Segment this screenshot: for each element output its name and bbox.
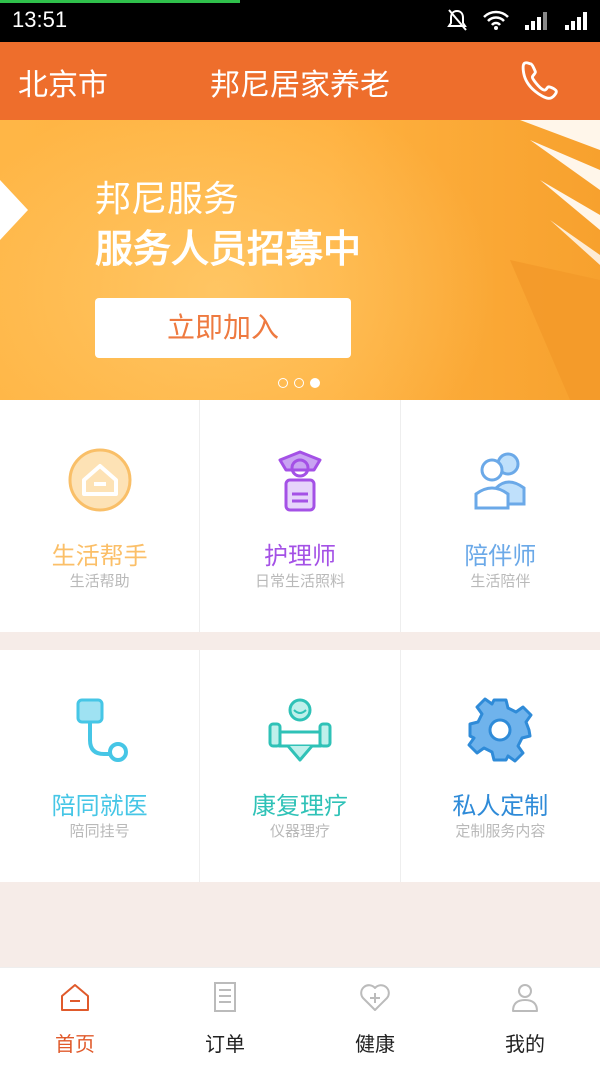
tab-label: 健康 [355, 1032, 395, 1056]
service-grid-row-1: 生活帮手 生活帮助 护理师 日常生活照料 陪伴师 生活陪伴 [0, 400, 600, 632]
service-life-helper[interactable]: 生活帮手 生活帮助 [0, 400, 201, 632]
rehab-icon [268, 698, 332, 762]
profile-icon [512, 984, 538, 1012]
page-title: 邦尼居家养老 [210, 68, 390, 103]
service-name: 康复理疗 [251, 792, 348, 820]
tab-health[interactable]: 健康 [300, 968, 450, 1068]
tab-label: 订单 [205, 1032, 245, 1056]
carousel-dot-1[interactable] [278, 378, 288, 388]
service-custom[interactable]: 私人定制 定制服务内容 [401, 650, 600, 882]
service-desc: 日常生活照料 [254, 572, 345, 590]
phone-icon[interactable] [518, 58, 564, 104]
join-now-button[interactable]: 立即加入 [95, 298, 351, 358]
status-bar: 13:51 [0, 0, 600, 42]
bottom-tab-bar: 首页 订单 健康 我的 [0, 967, 600, 1068]
service-nurse[interactable]: 护理师 日常生活照料 [200, 400, 401, 632]
carousel-indicator [278, 378, 320, 388]
nurse-icon [278, 450, 322, 512]
status-time: 13:51 [12, 7, 68, 32]
tab-label: 我的 [505, 1032, 545, 1056]
service-rehab-therapy[interactable]: 康复理疗 仪器理疗 [200, 650, 401, 882]
tab-home[interactable]: 首页 [0, 968, 150, 1068]
promo-banner[interactable]: 邦尼服务 服务人员招募中 立即加入 [0, 120, 600, 400]
service-name: 陪伴师 [464, 542, 537, 570]
banner-arrow-icon [0, 180, 28, 240]
service-name: 陪同就医 [51, 792, 148, 820]
tab-mine[interactable]: 我的 [450, 968, 600, 1068]
tab-label: 首页 [55, 1032, 95, 1056]
banner-stripes-decoration [510, 120, 600, 400]
service-desc: 定制服务内容 [455, 822, 546, 840]
service-desc: 生活陪伴 [470, 572, 531, 590]
service-desc: 生活帮助 [69, 572, 130, 590]
loading-progress [0, 0, 240, 3]
order-icon [214, 982, 236, 1012]
signal-icon-2 [565, 12, 587, 30]
service-desc: 仪器理疗 [269, 822, 330, 840]
health-heart-icon [360, 984, 390, 1011]
companion-icon [474, 452, 526, 510]
service-grid-row-2: 陪同就医 陪同挂号 康复理疗 仪器理疗 私人定制 定制服务内容 [0, 650, 600, 882]
service-name: 私人定制 [452, 792, 549, 820]
status-icons [446, 8, 590, 32]
carousel-dot-3[interactable] [310, 378, 320, 388]
wifi-icon [483, 10, 509, 30]
house-icon [68, 448, 132, 512]
service-name: 护理师 [263, 542, 336, 570]
service-companion[interactable]: 陪伴师 生活陪伴 [401, 400, 600, 632]
gear-icon [467, 697, 533, 763]
mute-bell-icon [447, 9, 467, 31]
stethoscope-icon [76, 698, 128, 762]
carousel-dot-2[interactable] [294, 378, 304, 388]
app-header: 北京市 邦尼居家养老 [0, 42, 600, 120]
service-desc: 陪同挂号 [69, 822, 130, 840]
service-name: 生活帮手 [51, 542, 148, 570]
service-accompany-doctor[interactable]: 陪同就医 陪同挂号 [0, 650, 201, 882]
banner-subheading: 服务人员招募中 [95, 227, 362, 271]
signal-icon [525, 12, 547, 30]
home-icon [61, 984, 89, 1011]
banner-heading: 邦尼服务 [95, 179, 240, 220]
tab-orders[interactable]: 订单 [150, 968, 300, 1068]
